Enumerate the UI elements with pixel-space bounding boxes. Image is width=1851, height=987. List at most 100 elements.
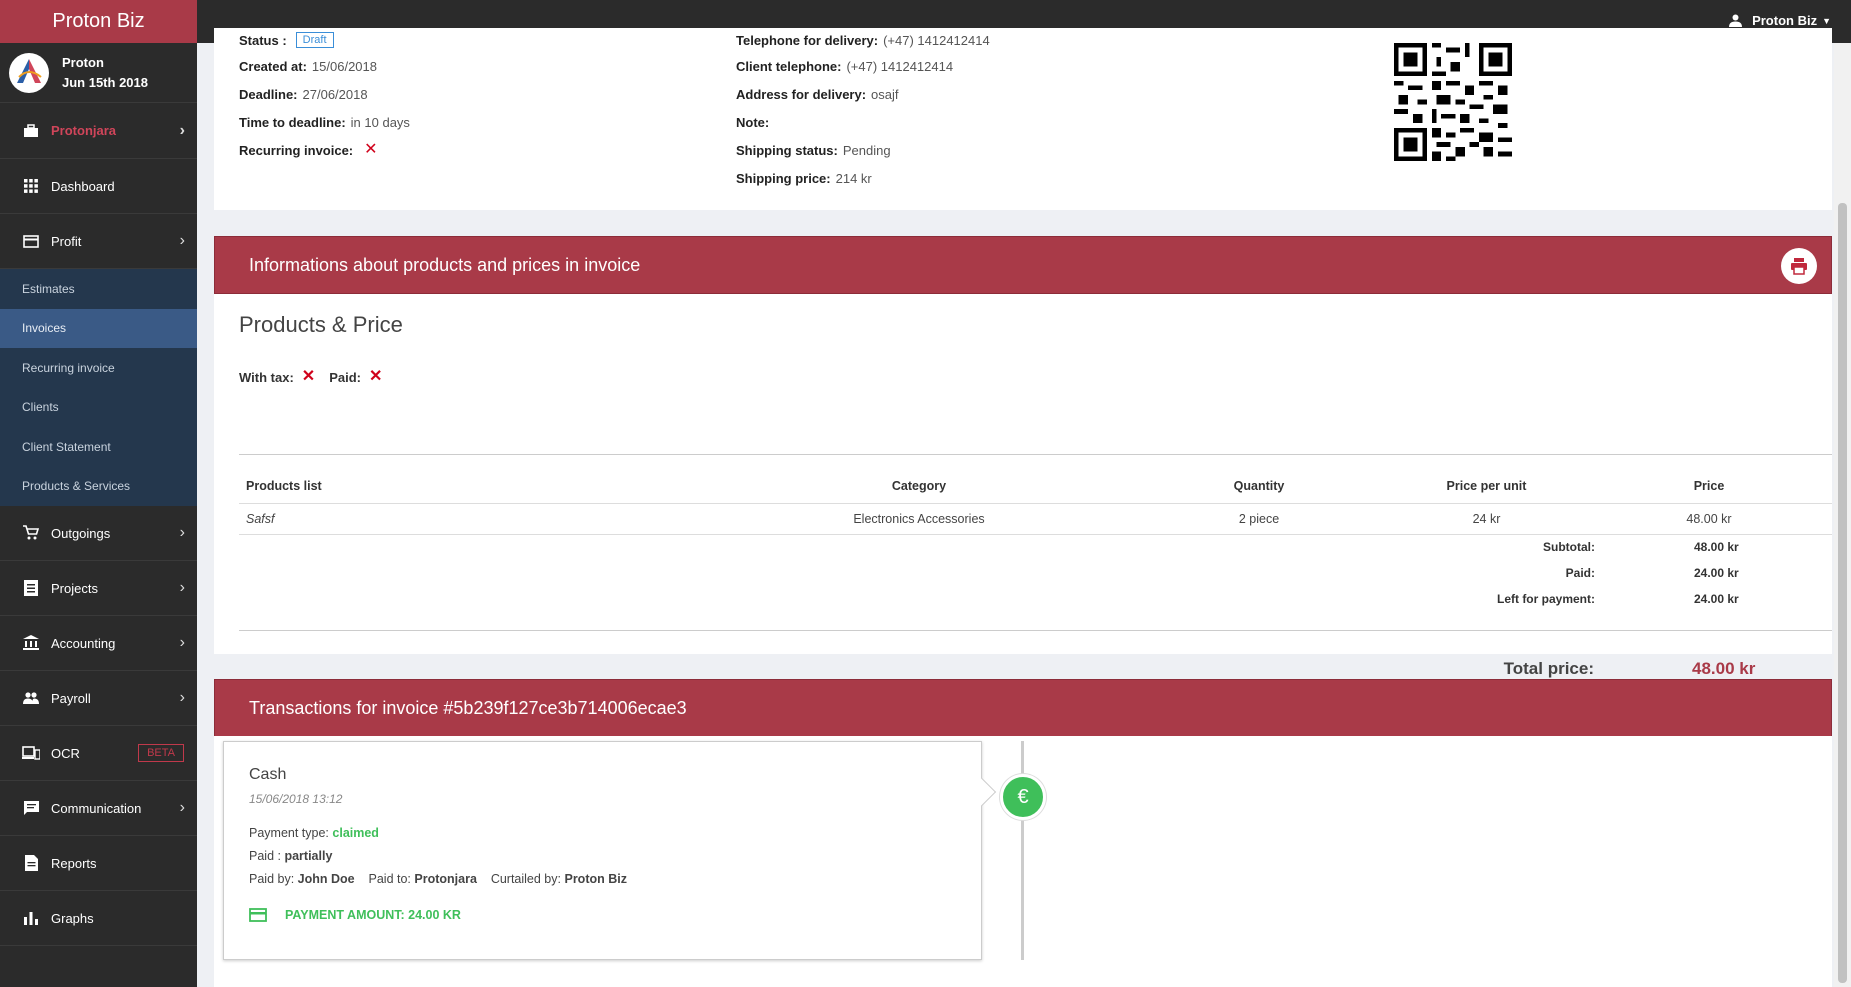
print-button[interactable] bbox=[1781, 248, 1817, 284]
card-icon bbox=[249, 908, 267, 922]
cell-product: Safsf bbox=[239, 503, 669, 535]
info-tel-delivery: Telephone for delivery: (+47) 1412412414 bbox=[736, 32, 990, 48]
col-category: Category bbox=[669, 469, 1169, 504]
paid-to-value: Protonjara bbox=[414, 872, 477, 886]
sidebar-item-label: Accounting bbox=[51, 635, 116, 651]
table-header-row: Products list Category Quantity Price pe… bbox=[239, 469, 1832, 504]
divider bbox=[239, 630, 1832, 631]
chevron-right-icon: › bbox=[179, 634, 185, 651]
sidebar-item-graphs[interactable]: Graphs bbox=[0, 891, 197, 946]
close-icon: ✕ bbox=[301, 368, 316, 385]
info-note: Note: bbox=[736, 114, 770, 130]
sidebar-item-accounting[interactable]: Accounting › bbox=[0, 616, 197, 671]
sidebar-item-label: Protonjara bbox=[51, 123, 117, 138]
info-status: Status : Draft bbox=[239, 28, 410, 52]
close-icon: ✕ bbox=[364, 141, 378, 158]
card-icon bbox=[22, 232, 40, 250]
total-label: Total price: bbox=[1503, 659, 1594, 678]
scrollbar[interactable] bbox=[1834, 43, 1851, 987]
info-recurring: Recurring invoice: ✕ bbox=[239, 141, 378, 158]
sidebar-item-label: Profit bbox=[51, 233, 82, 249]
chevron-right-icon: › bbox=[179, 524, 185, 541]
doc-icon bbox=[22, 854, 40, 872]
paid-by-value: John Doe bbox=[297, 872, 355, 886]
scrollbar-thumb[interactable] bbox=[1838, 203, 1847, 983]
curtailed-by-value: Proton Biz bbox=[564, 872, 627, 886]
euro-icon: € bbox=[1000, 774, 1046, 820]
chat-icon bbox=[22, 799, 40, 817]
list-icon bbox=[22, 579, 40, 597]
cart-icon bbox=[22, 524, 40, 542]
sidebar-item-products-services[interactable]: Products & Services bbox=[0, 467, 197, 507]
col-quantity: Quantity bbox=[1169, 469, 1349, 504]
bank-icon bbox=[22, 634, 40, 652]
products-title: Products & Price bbox=[239, 312, 403, 337]
sidebar-item-outgoings[interactable]: Outgoings › bbox=[0, 506, 197, 561]
sidebar-item-profit[interactable]: Profit › bbox=[0, 214, 197, 269]
sidebar-item-estimates[interactable]: Estimates bbox=[0, 269, 197, 309]
total-value: 48.00 kr bbox=[1692, 659, 1756, 678]
info-time-to-deadline: Time to deadline: in 10 days bbox=[239, 114, 410, 130]
sidebar-item-projects[interactable]: Projects › bbox=[0, 561, 197, 616]
main-content: Status : Draft Created at: 15/06/2018 Dead… bbox=[197, 28, 1834, 987]
sidebar-item-company[interactable]: Protonjara › bbox=[0, 103, 197, 159]
profile-name: Proton bbox=[62, 54, 104, 70]
sidebar-item-label: Communication bbox=[51, 800, 142, 816]
cell-price: 48.00 kr bbox=[1624, 503, 1794, 535]
sidebar-item-label: Reports bbox=[51, 855, 97, 871]
sidebar-item-payroll[interactable]: Payroll › bbox=[0, 671, 197, 726]
sidebar-item-recurring-invoice[interactable]: Recurring invoice bbox=[0, 348, 197, 388]
payment-amount: PAYMENT AMOUNT: 24.00 KR bbox=[249, 908, 956, 922]
sidebar-item-communication[interactable]: Communication › bbox=[0, 781, 197, 836]
info-address: Address for delivery: osajf bbox=[736, 86, 899, 102]
user-menu[interactable]: Proton Biz ▼ bbox=[1729, 13, 1831, 28]
cell-quantity: 2 piece bbox=[1169, 503, 1349, 535]
payment-type: Payment type: claimed bbox=[249, 826, 379, 840]
paid-total-label: Paid: bbox=[1565, 566, 1595, 580]
products-table: Products list Category Quantity Price pe… bbox=[239, 469, 1832, 535]
paid-status: Paid : partially bbox=[249, 849, 333, 863]
payment-type-value: claimed bbox=[332, 826, 379, 840]
chevron-right-icon: › bbox=[179, 689, 185, 706]
with-tax-label: With tax: bbox=[239, 369, 294, 385]
sidebar-item-label: OCR bbox=[51, 745, 80, 761]
sidebar-item-label: Outgoings bbox=[51, 525, 111, 541]
sidebar-item-clients[interactable]: Clients bbox=[0, 388, 197, 428]
products-panel-header: Informations about products and prices i… bbox=[214, 236, 1832, 294]
user-name: Proton Biz bbox=[1752, 13, 1818, 28]
sidebar-item-label: Graphs bbox=[51, 910, 94, 926]
transactions-area: Cash 15/06/2018 13:12 Payment type: clai… bbox=[214, 736, 1832, 987]
divider bbox=[239, 454, 1832, 455]
brand-title[interactable]: Proton Biz bbox=[0, 0, 197, 43]
sidebar-item-ocr[interactable]: OCR BETA bbox=[0, 726, 197, 781]
info-client-tel: Client telephone: (+47) 1412412414 bbox=[736, 58, 954, 74]
sidebar-item-reports[interactable]: Reports bbox=[0, 836, 197, 891]
paid-row: Paid: 24.00 kr bbox=[214, 560, 1832, 586]
sidebar-item-label: Payroll bbox=[51, 690, 91, 706]
sidebar: Proton Biz Proton Jun 15th 2018 Protonja… bbox=[0, 0, 197, 987]
chevron-right-icon: › bbox=[179, 121, 185, 139]
subtotal-label: Subtotal: bbox=[1543, 540, 1595, 554]
left-value: 24.00 kr bbox=[1694, 592, 1739, 606]
info-shipping-price: Shipping price: 214 kr bbox=[736, 170, 872, 186]
sidebar-item-invoices[interactable]: Invoices bbox=[0, 308, 197, 348]
transaction-title: Cash bbox=[249, 766, 287, 783]
briefcase-icon bbox=[22, 122, 40, 140]
caret-down-icon: ▼ bbox=[1822, 15, 1831, 26]
products-flags: With tax: ✕ Paid: ✕ bbox=[239, 369, 382, 385]
sidebar-item-client-statement[interactable]: Client Statement bbox=[0, 427, 197, 467]
close-icon: ✕ bbox=[368, 368, 383, 385]
profile[interactable]: Proton Jun 15th 2018 bbox=[0, 43, 197, 103]
invoice-info-card: Status : Draft Created at: 15/06/2018 Dead… bbox=[214, 28, 1832, 210]
left-row: Left for payment: 24.00 kr bbox=[214, 586, 1832, 612]
info-shipping-status: Shipping status: Pending bbox=[736, 142, 891, 158]
chevron-right-icon: › bbox=[179, 579, 185, 596]
sidebar-item-dashboard[interactable]: Dashboard bbox=[0, 159, 197, 214]
table-row: Safsf Electronics Accessories 2 piece 24… bbox=[239, 503, 1832, 535]
sidebar-item-label: Projects bbox=[51, 580, 98, 596]
invoice-info-left: Status : Draft Created at: 15/06/2018 Dead… bbox=[239, 28, 410, 164]
info-created: Created at: 15/06/2018 bbox=[239, 58, 377, 74]
transaction-date: 15/06/2018 13:12 bbox=[249, 792, 343, 806]
paid-label: Paid: bbox=[329, 369, 361, 385]
transaction-card[interactable]: Cash 15/06/2018 13:12 Payment type: clai… bbox=[223, 741, 997, 960]
